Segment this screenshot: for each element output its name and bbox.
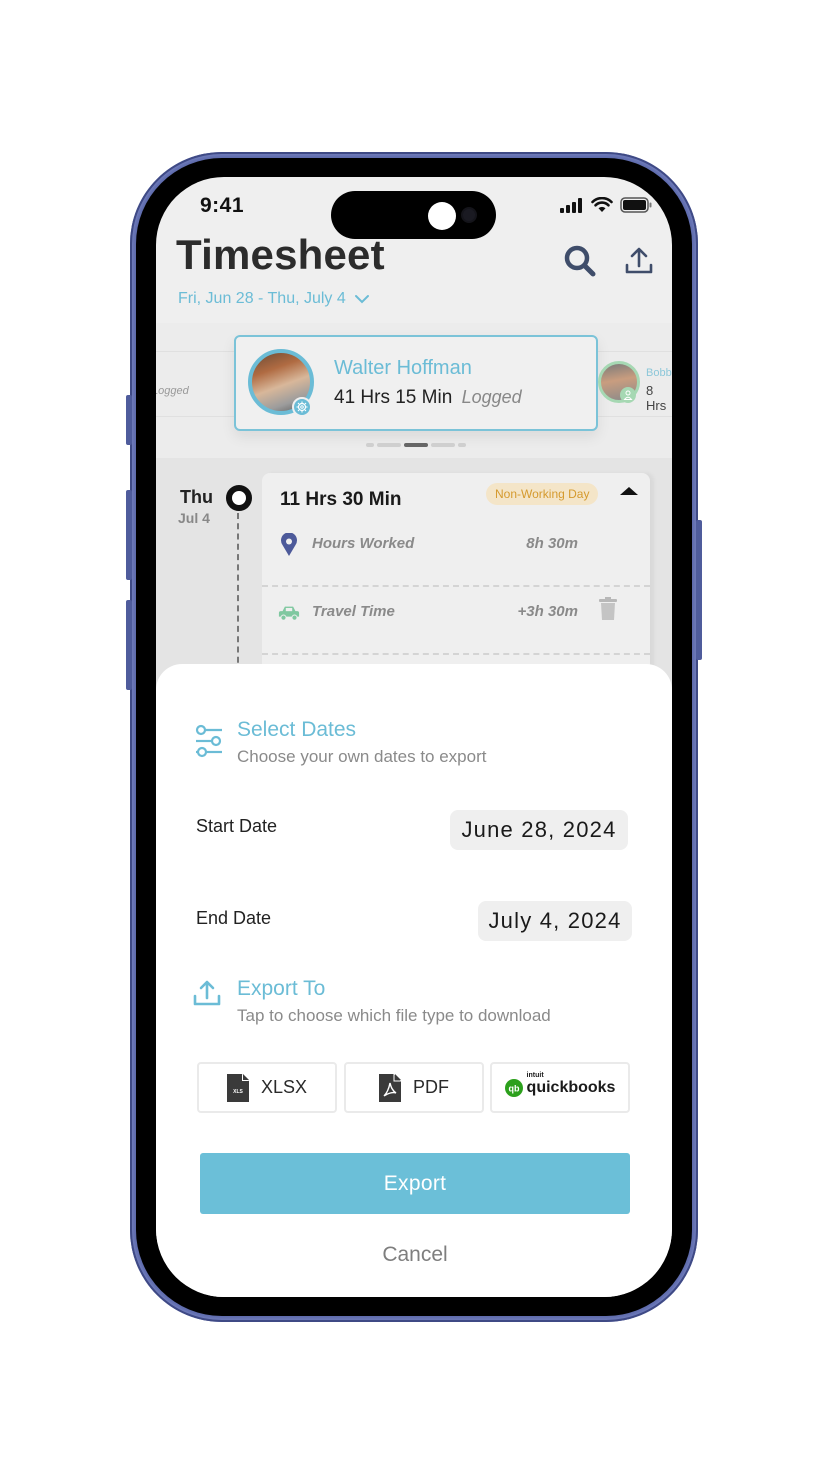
employee-card-current[interactable]: Walter Hoffman 41 Hrs 15 Min Logged — [234, 335, 598, 431]
export-button[interactable]: Export — [200, 1153, 630, 1214]
sliders-icon — [195, 724, 222, 758]
volume-up-button — [126, 490, 132, 580]
upload-icon — [625, 247, 653, 274]
select-dates-subtitle: Choose your own dates to export — [237, 747, 487, 766]
export-header-button[interactable] — [621, 243, 657, 279]
file-type-label: XLSX — [260, 1077, 308, 1097]
next-employee-hours: 8 Hrs — [646, 383, 667, 413]
map-pin-icon — [281, 533, 297, 556]
date-range-selector[interactable]: Fri, Jun 28 - Thu, July 4 — [178, 290, 370, 308]
entry-divider — [262, 585, 650, 587]
carousel-pager — [366, 443, 466, 447]
island-sensor — [428, 202, 456, 230]
start-date-label: Start Date — [196, 816, 278, 836]
file-type-quickbooks-button[interactable]: qb intuit quickbooks — [490, 1062, 630, 1113]
status-icons — [560, 197, 652, 213]
day-total: 11 Hrs 30 Min — [280, 489, 402, 510]
file-type-xlsx-button[interactable]: XLS XLSX — [197, 1062, 337, 1113]
pdf-file-icon — [379, 1073, 401, 1102]
wifi-icon — [591, 197, 613, 212]
export-to-subtitle: Tap to choose which file type to downloa… — [237, 1006, 551, 1025]
file-type-label: PDF — [413, 1077, 449, 1097]
pager-dot[interactable] — [431, 443, 455, 447]
dynamic-island — [331, 191, 496, 239]
employee-hours-value: 41 Hrs 15 Min — [334, 387, 453, 408]
next-avatar-badge — [620, 387, 636, 403]
pager-dot[interactable] — [377, 443, 401, 447]
chevron-down-icon — [354, 295, 369, 304]
file-type-label: quickbooks — [526, 1078, 616, 1096]
power-button — [696, 520, 702, 660]
car-icon — [278, 606, 300, 621]
timeline-line — [237, 513, 239, 673]
user-icon — [623, 390, 633, 400]
timeline-day: Thu — [180, 487, 213, 507]
cancel-button[interactable]: Cancel — [200, 1237, 630, 1273]
quickbooks-wordmark: intuit quickbooks — [526, 1072, 616, 1096]
svg-text:qb: qb — [508, 1083, 519, 1093]
signal-icon — [560, 197, 582, 213]
employee-hours-status: Logged — [461, 387, 522, 407]
upload-icon — [193, 980, 221, 1006]
end-date-label: End Date — [196, 908, 272, 928]
non-working-day-badge: Non-Working Day — [486, 483, 599, 505]
employee-hours: 41 Hrs 15 Min Logged — [334, 387, 522, 409]
front-camera — [461, 207, 477, 223]
screen: 9:41 Timesheet Fri, Jun 28 - Thu, July 4… — [156, 177, 672, 1297]
entry-label: Hours Worked — [312, 535, 415, 552]
date-range-label: Fri, Jun 28 - Thu, July 4 — [178, 290, 346, 307]
previous-employee-status: Logged — [156, 385, 189, 397]
timeline-date: Jul 4 — [178, 510, 210, 526]
entry-value: +3h 30m — [517, 603, 578, 620]
employee-name: Walter Hoffman — [334, 357, 472, 379]
status-time: 9:41 — [200, 194, 245, 217]
timeline-node — [226, 485, 252, 511]
select-dates-title: Select Dates — [237, 718, 357, 741]
chevron-up-icon[interactable] — [618, 483, 640, 499]
volume-down-button — [126, 600, 132, 690]
entry-divider — [262, 653, 650, 655]
entry-travel-time[interactable]: Travel Time +3h 30m — [262, 597, 650, 667]
pager-dot[interactable] — [366, 443, 374, 447]
avatar-badge — [292, 397, 312, 417]
action-button — [126, 395, 132, 445]
svg-text:XLS: XLS — [233, 1089, 243, 1095]
intuit-label: intuit — [526, 1071, 544, 1079]
xls-file-icon: XLS — [226, 1073, 249, 1102]
search-button[interactable] — [562, 243, 598, 279]
pager-dot[interactable] — [458, 443, 466, 447]
search-icon — [564, 245, 596, 277]
pager-dot-active[interactable] — [404, 443, 428, 447]
entry-hours-worked[interactable]: Hours Worked 8h 30m — [262, 533, 650, 599]
battery-icon — [620, 197, 652, 213]
file-type-pdf-button[interactable]: PDF — [344, 1062, 484, 1113]
quickbooks-logo-icon: qb — [504, 1078, 523, 1097]
next-employee-name: Bobby — [646, 367, 672, 379]
trash-icon[interactable] — [598, 597, 618, 621]
start-date-picker[interactable]: June 28, 2024 — [450, 810, 628, 850]
gear-icon — [296, 401, 308, 413]
end-date-picker[interactable]: July 4, 2024 — [478, 901, 632, 941]
export-to-title: Export To — [237, 977, 326, 1000]
entry-value: 8h 30m — [526, 535, 578, 552]
day-card[interactable]: 11 Hrs 30 Min Non-Working Day Hours Work… — [262, 473, 650, 693]
entry-label: Travel Time — [312, 603, 395, 620]
